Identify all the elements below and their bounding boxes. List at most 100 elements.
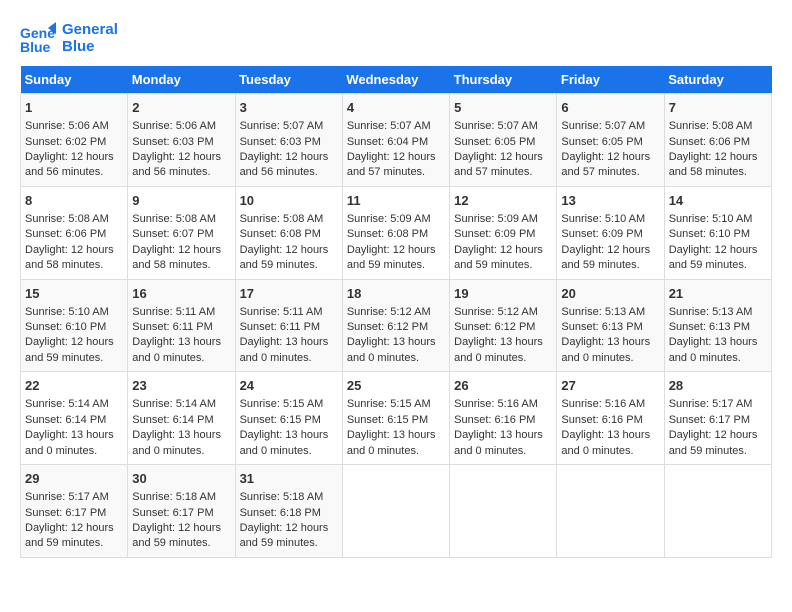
- day-number: 26: [454, 377, 552, 395]
- daylight-label: Daylight: 12 hours and 59 minutes.: [454, 244, 543, 271]
- daylight-label: Daylight: 12 hours and 56 minutes.: [240, 151, 329, 178]
- day-number: 9: [132, 192, 230, 210]
- sunrise-label: Sunrise: 5:10 AM: [25, 306, 109, 318]
- sunset-label: Sunset: 6:16 PM: [561, 414, 642, 426]
- day-number: 28: [669, 377, 767, 395]
- day-number: 10: [240, 192, 338, 210]
- calendar-cell: 3Sunrise: 5:07 AMSunset: 6:03 PMDaylight…: [235, 94, 342, 187]
- sunrise-label: Sunrise: 5:13 AM: [669, 306, 753, 318]
- day-number: 23: [132, 377, 230, 395]
- sunset-label: Sunset: 6:10 PM: [25, 321, 106, 333]
- sunrise-label: Sunrise: 5:10 AM: [669, 213, 753, 225]
- sunset-label: Sunset: 6:15 PM: [347, 414, 428, 426]
- calendar-cell: 6Sunrise: 5:07 AMSunset: 6:05 PMDaylight…: [557, 94, 664, 187]
- calendar-cell: 20Sunrise: 5:13 AMSunset: 6:13 PMDayligh…: [557, 279, 664, 372]
- day-number: 8: [25, 192, 123, 210]
- daylight-label: Daylight: 13 hours and 0 minutes.: [25, 429, 114, 456]
- sunset-label: Sunset: 6:08 PM: [240, 228, 321, 240]
- sunset-label: Sunset: 6:05 PM: [454, 136, 535, 148]
- sunrise-label: Sunrise: 5:16 AM: [454, 398, 538, 410]
- daylight-label: Daylight: 12 hours and 59 minutes.: [669, 244, 758, 271]
- sunset-label: Sunset: 6:03 PM: [240, 136, 321, 148]
- sunset-label: Sunset: 6:15 PM: [240, 414, 321, 426]
- calendar-cell: 27Sunrise: 5:16 AMSunset: 6:16 PMDayligh…: [557, 372, 664, 465]
- day-number: 20: [561, 285, 659, 303]
- sunrise-label: Sunrise: 5:18 AM: [240, 491, 324, 503]
- sunrise-label: Sunrise: 5:15 AM: [240, 398, 324, 410]
- calendar-cell: 5 Sunrise: 5:07 AM Sunset: 6:05 PM Daylight…: [450, 94, 557, 187]
- sunset-label: Sunset: 6:06 PM: [25, 228, 106, 240]
- daylight-label: Daylight: 13 hours and 0 minutes.: [347, 336, 436, 363]
- daylight-label: Daylight: 12 hours and 56 minutes.: [25, 151, 114, 178]
- daylight-label: Daylight: 13 hours and 0 minutes.: [132, 336, 221, 363]
- day-number: 19: [454, 285, 552, 303]
- sunset-label: Sunset: 6:12 PM: [347, 321, 428, 333]
- calendar-cell: [450, 465, 557, 558]
- sunset-label: Sunset: 6:09 PM: [561, 228, 642, 240]
- calendar-cell: 28Sunrise: 5:17 AMSunset: 6:17 PMDayligh…: [664, 372, 771, 465]
- daylight-label: Daylight: 13 hours and 0 minutes.: [347, 429, 436, 456]
- sunrise-label: Sunrise: 5:18 AM: [132, 491, 216, 503]
- daylight-label: Daylight: 12 hours and 56 minutes.: [132, 151, 221, 178]
- calendar-cell: 8Sunrise: 5:08 AMSunset: 6:06 PMDaylight…: [21, 186, 128, 279]
- sunrise-label: Sunrise: 5:09 AM: [347, 213, 431, 225]
- sunset-label: Sunset: 6:11 PM: [132, 321, 213, 333]
- sunset-label: Sunset: 6:02 PM: [25, 136, 106, 148]
- daylight-label: Daylight: 12 hours and 59 minutes.: [132, 522, 221, 549]
- sunrise-label: Sunrise: 5:12 AM: [347, 306, 431, 318]
- calendar-week-4: 22Sunrise: 5:14 AMSunset: 6:14 PMDayligh…: [21, 372, 772, 465]
- day-header-monday: Monday: [128, 66, 235, 94]
- day-number: 27: [561, 377, 659, 395]
- sunset-label: Sunset: 6:09 PM: [454, 228, 535, 240]
- day-number: 21: [669, 285, 767, 303]
- calendar-cell: 9Sunrise: 5:08 AMSunset: 6:07 PMDaylight…: [128, 186, 235, 279]
- calendar-cell: 19Sunrise: 5:12 AMSunset: 6:12 PMDayligh…: [450, 279, 557, 372]
- calendar-cell: 23Sunrise: 5:14 AMSunset: 6:14 PMDayligh…: [128, 372, 235, 465]
- sunset-label: Sunset: 6:12 PM: [454, 321, 535, 333]
- day-number: 31: [240, 470, 338, 488]
- calendar-cell: 16Sunrise: 5:11 AMSunset: 6:11 PMDayligh…: [128, 279, 235, 372]
- day-number: 6: [561, 99, 659, 117]
- daylight-label: Daylight: 13 hours and 0 minutes.: [240, 336, 329, 363]
- day-number: 5: [454, 99, 552, 117]
- sunset-label: Sunset: 6:06 PM: [669, 136, 750, 148]
- calendar-cell: [342, 465, 449, 558]
- calendar-cell: 11Sunrise: 5:09 AMSunset: 6:08 PMDayligh…: [342, 186, 449, 279]
- sunrise-label: Sunrise: 5:06 AM: [25, 120, 109, 132]
- calendar-cell: 30Sunrise: 5:18 AMSunset: 6:17 PMDayligh…: [128, 465, 235, 558]
- logo: General Blue GeneralBlue: [20, 20, 118, 56]
- calendar-header-row: SundayMondayTuesdayWednesdayThursdayFrid…: [21, 66, 772, 94]
- sunrise-label: Sunrise: 5:08 AM: [240, 213, 324, 225]
- sunrise-label: Sunrise: 5:10 AM: [561, 213, 645, 225]
- daylight-label: Daylight: 12 hours and 59 minutes.: [669, 429, 758, 456]
- sunrise-label: Sunrise: 5:08 AM: [132, 213, 216, 225]
- daylight-label: Daylight: 13 hours and 0 minutes.: [669, 336, 758, 363]
- day-number: 16: [132, 285, 230, 303]
- day-number: 22: [25, 377, 123, 395]
- daylight-label: Daylight: 13 hours and 0 minutes.: [454, 336, 543, 363]
- day-number: 18: [347, 285, 445, 303]
- day-header-tuesday: Tuesday: [235, 66, 342, 94]
- calendar-week-2: 8 Sunrise: 5:08 AM Sunset: 6:06 PM Daylight…: [21, 186, 772, 279]
- calendar-cell: 31Sunrise: 5:18 AMSunset: 6:18 PMDayligh…: [235, 465, 342, 558]
- sunrise-label: Sunrise: 5:13 AM: [561, 306, 645, 318]
- logo-text: GeneralBlue: [62, 21, 118, 55]
- sunset-label: Sunset: 6:17 PM: [25, 507, 106, 519]
- calendar-cell: 25Sunrise: 5:15 AMSunset: 6:15 PMDayligh…: [342, 372, 449, 465]
- daylight-label: Daylight: 13 hours and 0 minutes.: [132, 429, 221, 456]
- sunrise-label: Sunrise: 5:08 AM: [669, 120, 753, 132]
- calendar-cell: 10Sunrise: 5:08 AMSunset: 6:08 PMDayligh…: [235, 186, 342, 279]
- sunrise-label: Sunrise: 5:07 AM: [454, 120, 538, 132]
- day-number: 17: [240, 285, 338, 303]
- sunrise-label: Sunrise: 5:14 AM: [25, 398, 109, 410]
- sunrise-label: Sunrise: 5:08 AM: [25, 213, 109, 225]
- sunset-label: Sunset: 6:10 PM: [669, 228, 750, 240]
- calendar-cell: 7Sunrise: 5:08 AMSunset: 6:06 PMDaylight…: [664, 94, 771, 187]
- daylight-label: Daylight: 12 hours and 57 minutes.: [454, 151, 543, 178]
- sunrise-label: Sunrise: 5:07 AM: [240, 120, 324, 132]
- sunrise-label: Sunrise: 5:11 AM: [240, 306, 323, 318]
- daylight-label: Daylight: 12 hours and 57 minutes.: [347, 151, 436, 178]
- calendar-cell: 1Sunrise: 5:06 AMSunset: 6:02 PMDaylight…: [21, 94, 128, 187]
- calendar-cell: [557, 465, 664, 558]
- calendar-cell: 29Sunrise: 5:17 AMSunset: 6:17 PMDayligh…: [21, 465, 128, 558]
